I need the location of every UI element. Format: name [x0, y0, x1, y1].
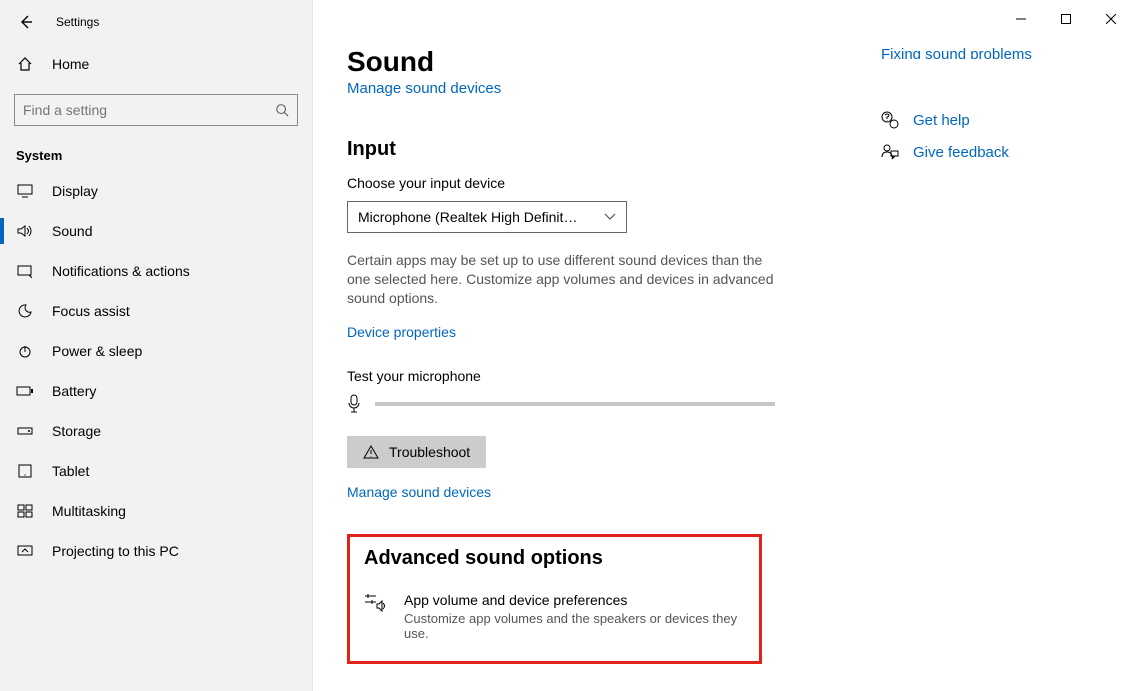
- link-device-properties[interactable]: Device properties: [347, 324, 456, 340]
- window-maximize-button[interactable]: [1043, 4, 1088, 34]
- sound-icon: [16, 224, 34, 238]
- close-icon: [1106, 14, 1116, 24]
- warning-icon: [363, 445, 379, 459]
- search-icon: [275, 103, 289, 117]
- mic-level-meter: [375, 402, 775, 406]
- sidebar-item-label: Battery: [52, 383, 96, 399]
- projecting-icon: [16, 544, 34, 558]
- search-box[interactable]: [14, 94, 298, 126]
- help-link-text: Get help: [913, 112, 970, 129]
- sidebar-item-label: Tablet: [52, 463, 89, 479]
- sidebar-item-storage[interactable]: Storage: [0, 411, 312, 451]
- microphone-icon: [347, 394, 361, 414]
- sidebar-item-battery[interactable]: Battery: [0, 371, 312, 411]
- power-icon: [16, 343, 34, 359]
- sidebar-item-label: Storage: [52, 423, 101, 439]
- chevron-down-icon: [604, 213, 616, 221]
- nav-home-label: Home: [52, 56, 89, 72]
- app-volume-desc: Customize app volumes and the speakers o…: [404, 611, 745, 641]
- battery-icon: [16, 385, 34, 397]
- window-minimize-button[interactable]: [998, 4, 1043, 34]
- sliders-icon: [364, 592, 386, 612]
- multitasking-icon: [16, 504, 34, 518]
- minimize-icon: [1016, 14, 1026, 24]
- test-mic-label: Test your microphone: [347, 368, 867, 384]
- app-volume-preferences-row[interactable]: App volume and device preferences Custom…: [364, 592, 745, 641]
- sidebar-item-label: Projecting to this PC: [52, 543, 179, 559]
- notifications-icon: [16, 264, 34, 278]
- nav-home[interactable]: Home: [0, 46, 312, 82]
- link-manage-devices-top[interactable]: Manage sound devices: [347, 82, 501, 97]
- input-device-value: Microphone (Realtek High Definitio…: [358, 209, 578, 225]
- sidebar-item-label: Power & sleep: [52, 343, 142, 359]
- back-button[interactable]: [14, 10, 38, 34]
- link-get-help[interactable]: Get help: [881, 111, 1103, 129]
- sidebar-section-label: System: [0, 138, 312, 171]
- sidebar-item-projecting[interactable]: Projecting to this PC: [0, 531, 312, 571]
- advanced-sound-options-box: Advanced sound options App volume and de…: [347, 534, 762, 664]
- choose-device-label: Choose your input device: [347, 175, 867, 191]
- sidebar-item-notifications[interactable]: Notifications & actions: [0, 251, 312, 291]
- troubleshoot-button[interactable]: Troubleshoot: [347, 436, 486, 468]
- feedback-icon: [881, 143, 899, 161]
- sidebar-item-label: Focus assist: [52, 303, 130, 319]
- input-device-dropdown[interactable]: Microphone (Realtek High Definitio…: [347, 201, 627, 233]
- sidebar-item-multitasking[interactable]: Multitasking: [0, 491, 312, 531]
- sidebar-item-label: Sound: [52, 223, 92, 239]
- window-title: Settings: [56, 15, 99, 29]
- sidebar-item-focus-assist[interactable]: Focus assist: [0, 291, 312, 331]
- app-volume-title: App volume and device preferences: [404, 592, 745, 608]
- sidebar-item-display[interactable]: Display: [0, 171, 312, 211]
- feedback-link-text: Give feedback: [913, 144, 1009, 161]
- sidebar-item-label: Multitasking: [52, 503, 126, 519]
- link-manage-devices[interactable]: Manage sound devices: [347, 484, 491, 500]
- input-device-description: Certain apps may be set up to use differ…: [347, 251, 787, 308]
- storage-icon: [16, 425, 34, 437]
- advanced-title: Advanced sound options: [364, 547, 745, 570]
- maximize-icon: [1061, 14, 1071, 24]
- input-section-title: Input: [347, 138, 867, 161]
- link-fixing-sound[interactable]: Fixing sound problems: [881, 48, 1103, 59]
- sidebar-item-label: Display: [52, 183, 98, 199]
- link-give-feedback[interactable]: Give feedback: [881, 143, 1103, 161]
- window-close-button[interactable]: [1088, 4, 1133, 34]
- sidebar-item-sound[interactable]: Sound: [0, 211, 312, 251]
- sidebar-item-label: Notifications & actions: [52, 263, 190, 279]
- tablet-icon: [16, 464, 34, 478]
- page-heading: Sound: [347, 46, 867, 78]
- home-icon: [16, 56, 34, 72]
- display-icon: [16, 184, 34, 198]
- sidebar-item-tablet[interactable]: Tablet: [0, 451, 312, 491]
- troubleshoot-label: Troubleshoot: [389, 444, 470, 460]
- back-arrow-icon: [18, 14, 34, 30]
- search-input[interactable]: [23, 102, 275, 118]
- help-icon: [881, 111, 899, 129]
- sidebar-item-power-sleep[interactable]: Power & sleep: [0, 331, 312, 371]
- focus-assist-icon: [16, 303, 34, 319]
